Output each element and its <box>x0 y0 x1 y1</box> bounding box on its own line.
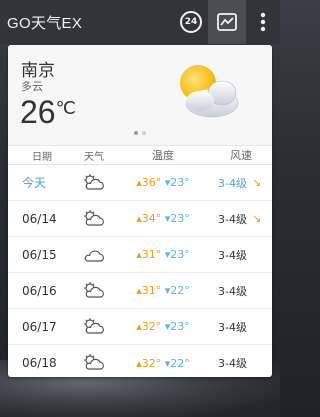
forecast-low: 22° <box>170 356 190 370</box>
forecast-row[interactable]: 今天 ▴36° ▾23° 3-4级 ↘ <box>8 165 272 201</box>
forecast-date: 06/17 <box>22 319 57 334</box>
forecast-high: 31° <box>141 284 162 297</box>
more-vert-icon <box>260 12 266 32</box>
forecast-wind: 3-4级 <box>218 284 247 298</box>
forecast-date: 06/14 <box>22 211 57 226</box>
wind-direction-icon: ↘ <box>251 212 262 225</box>
forecast-wind: 3-4级 <box>218 248 247 262</box>
page-dot-active <box>134 131 138 135</box>
partly-cloudy-large-icon <box>180 65 239 118</box>
app-title: GO天气EX <box>7 14 83 32</box>
header-temp: 温度 <box>152 149 174 162</box>
forecast-high: 34° <box>141 212 162 225</box>
forecast-wind: 3-4级 <box>218 320 247 334</box>
calendar-button[interactable]: 24 <box>174 0 208 44</box>
forecast-row[interactable]: 06/14 ▴34° ▾23° 3-4级 ↘ <box>8 201 272 237</box>
forecast-date: 今天 <box>22 176 47 190</box>
forecast-row[interactable]: 06/15 ▴31° ▾23° 3-4级 <box>8 237 272 273</box>
current-temperature: 26℃ <box>20 94 76 131</box>
forecast-date: 06/16 <box>22 283 57 298</box>
trend-chart-icon <box>217 13 237 31</box>
temperature-unit: ℃ <box>55 98 76 118</box>
page-dot <box>142 131 146 135</box>
forecast-high: 32° <box>141 320 162 333</box>
forecast-high: 32° <box>141 356 162 370</box>
temperature-value: 26 <box>20 94 56 130</box>
app-toolbar: GO天气EX 24 <box>0 0 280 44</box>
forecast-wind: 3-4级 <box>218 176 247 190</box>
overflow-menu-button[interactable] <box>246 0 280 44</box>
forecast-high: 36° <box>141 176 162 189</box>
header-wind: 风速 <box>230 149 252 162</box>
forecast-table: 日期 天气 温度 风速 今天 ▴36° ▾23° 3-4级 ↘ 06/14 ▴34… <box>8 145 272 377</box>
forecast-high: 31° <box>141 248 162 261</box>
forecast-date: 06/18 <box>22 356 57 370</box>
forecast-wind: 3-4级 <box>218 212 247 226</box>
forecast-low: 22° <box>170 284 190 297</box>
forecast-date: 06/15 <box>22 247 57 262</box>
partly-cloudy-icon <box>84 317 104 334</box>
forecast-wind: 3-4级 <box>218 357 247 370</box>
trend-chart-button[interactable] <box>208 0 246 44</box>
forecast-row[interactable]: 06/17 ▴32° ▾23° 3-4级 <box>8 309 272 345</box>
header-date: 日期 <box>32 151 52 163</box>
weather-card: 南京 多云 26℃ 日期 天气 温度 风速 今天 ▴36° ▾23° 3-4级 … <box>8 45 272 377</box>
forecast-low: 23° <box>170 320 190 333</box>
partly-cloudy-icon <box>84 209 104 226</box>
weather-condition: 多云 <box>21 80 43 93</box>
calendar-day: 24 <box>184 17 198 27</box>
partly-cloudy-icon <box>84 173 104 190</box>
forecast-header: 日期 天气 温度 风速 <box>8 145 272 165</box>
current-weather[interactable]: 南京 多云 26℃ <box>8 45 272 145</box>
forecast-low: 23° <box>170 212 190 225</box>
header-weather: 天气 <box>84 151 104 163</box>
partly-cloudy-icon <box>84 354 104 370</box>
forecast-low: 23° <box>170 248 190 261</box>
partly-cloudy-icon <box>84 281 104 298</box>
forecast-low: 23° <box>170 176 190 189</box>
cloudy-icon <box>84 249 104 262</box>
forecast-row[interactable]: 06/18 ▴32° ▾22° 3-4级 <box>8 345 272 377</box>
wind-direction-icon: ↘ <box>251 176 262 189</box>
calendar-icon: 24 <box>180 11 202 33</box>
page-indicator <box>8 131 272 135</box>
forecast-row[interactable]: 06/16 ▴31° ▾22° 3-4级 <box>8 273 272 309</box>
